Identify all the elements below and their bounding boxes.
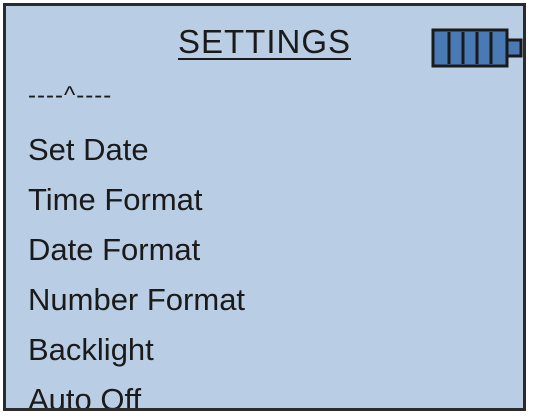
menu-item-auto-off[interactable]: Auto Off (28, 375, 245, 408)
menu-item-set-date[interactable]: Set Date (28, 125, 245, 175)
menu-item-number-format[interactable]: Number Format (28, 275, 245, 325)
settings-menu: Set Date Time Format Date Format Number … (28, 125, 245, 408)
menu-item-time-format[interactable]: Time Format (28, 175, 245, 225)
battery-full-icon (431, 28, 523, 68)
menu-item-backlight[interactable]: Backlight (28, 325, 245, 375)
device-screen: SETTINGS ----^---- Set Date Time Format … (3, 3, 526, 411)
menu-item-date-format[interactable]: Date Format (28, 225, 245, 275)
scroll-up-indicator: ----^---- (28, 82, 113, 109)
